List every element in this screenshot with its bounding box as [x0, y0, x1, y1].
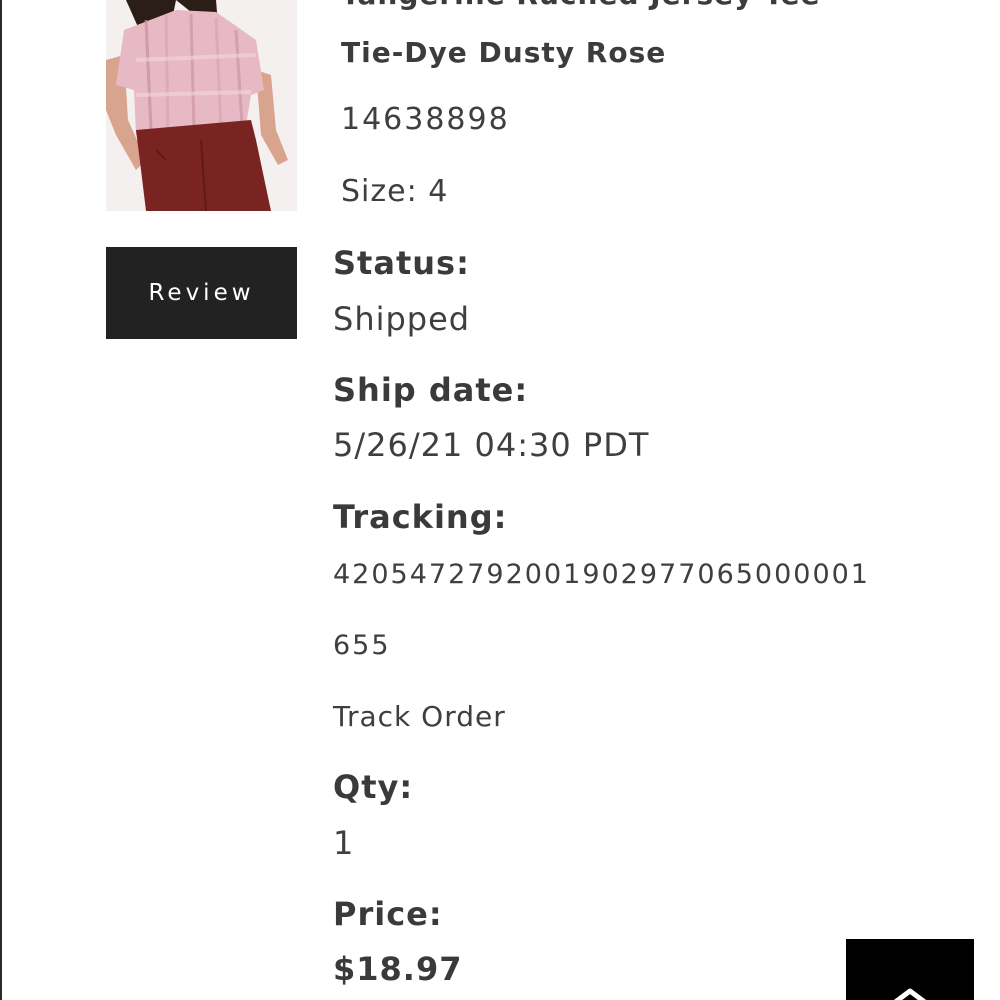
product-photo-illustration — [106, 0, 297, 211]
track-order-link[interactable]: Track Order — [333, 700, 506, 733]
tracking-number-line2: 655 — [333, 630, 391, 661]
price-label: Price: — [333, 895, 443, 933]
chevron-up-icon — [893, 988, 927, 1000]
status-label: Status: — [333, 244, 470, 282]
qty-label: Qty: — [333, 768, 414, 806]
tracking-label: Tracking: — [333, 498, 508, 536]
review-button[interactable]: Review — [106, 247, 297, 339]
ship-date-label: Ship date: — [333, 371, 529, 409]
qty-value: 1 — [333, 824, 355, 862]
status-value: Shipped — [333, 300, 471, 338]
product-size: Size: 4 — [341, 174, 449, 209]
tracking-number-line1: 4205472792001902977065000001 — [333, 559, 870, 590]
product-image[interactable] — [106, 0, 297, 211]
back-to-top-button[interactable] — [846, 939, 974, 1000]
price-value: $18.97 — [333, 950, 463, 988]
ship-date-value: 5/26/21 04:30 PDT — [333, 426, 650, 464]
product-sku: 14638898 — [341, 102, 510, 137]
product-color: Tie-Dye Dusty Rose — [341, 36, 667, 69]
product-name-truncated: Tangerine Ruched Jersey Tee — [341, 0, 820, 11]
left-border-line — [0, 0, 2, 1000]
